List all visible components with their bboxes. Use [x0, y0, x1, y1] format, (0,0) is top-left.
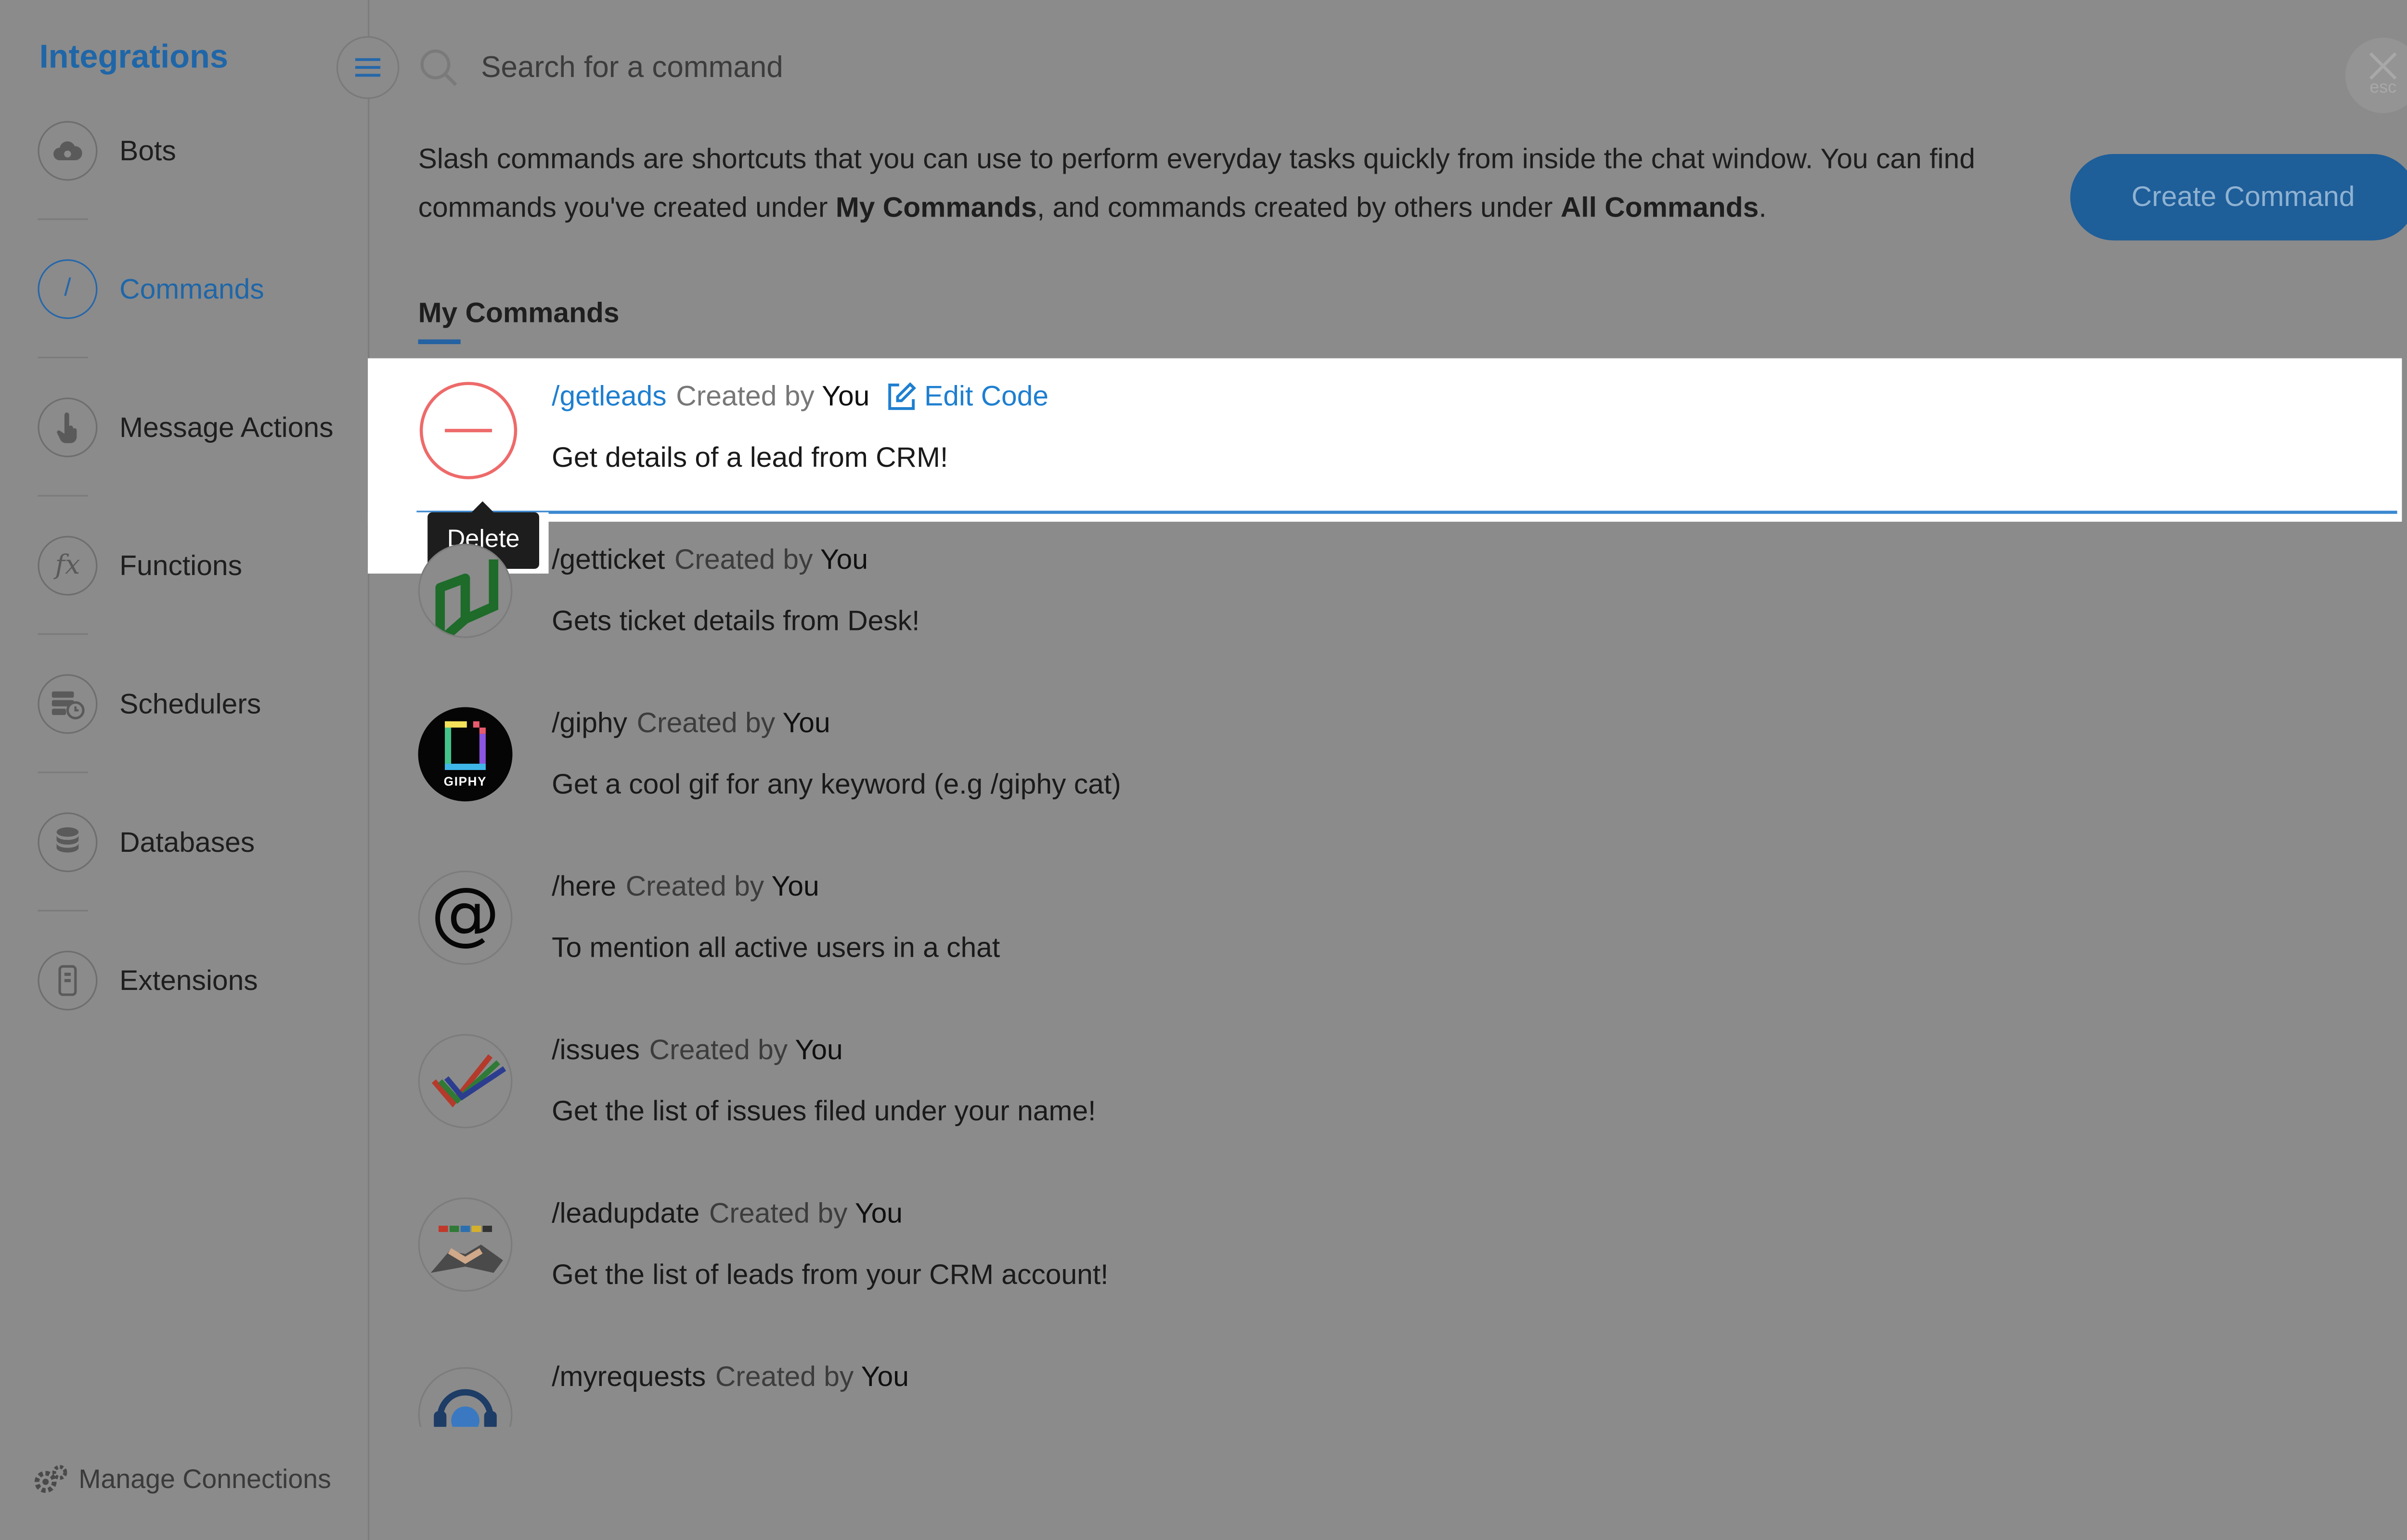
extension-device-icon [38, 950, 98, 1011]
tab-my-commands[interactable]: My Commands [418, 297, 620, 330]
command-row-leadupdate[interactable]: /leadupdate Created by You Get the list o… [368, 1175, 2402, 1339]
sidebar-item-label: Extensions [119, 964, 258, 996]
command-owner: You [795, 1034, 843, 1065]
created-by-label: Created by [636, 707, 776, 739]
divider [38, 495, 88, 497]
created-by-label: Created by [649, 1034, 788, 1065]
divider [38, 633, 88, 635]
command-name[interactable]: /issues Created by You [552, 1034, 843, 1067]
close-icon [2369, 52, 2397, 80]
sidebar-item-functions[interactable]: fx Functions [38, 531, 360, 601]
command-row-myrequests[interactable]: /myrequests Created by You [368, 1339, 2402, 1427]
edit-code-label: Edit Code [924, 380, 1049, 412]
sidebar-item-extensions[interactable]: Extensions [38, 946, 360, 1015]
command-description: Get the list of issues filed under your … [552, 1095, 1096, 1127]
tab-underline [418, 339, 461, 345]
command-name[interactable]: /giphy Created by You [552, 707, 830, 740]
close-button[interactable]: esc [2345, 38, 2407, 114]
pointer-hand-icon [38, 398, 98, 458]
command-owner: You [820, 543, 868, 576]
sidebar-item-databases[interactable]: Databases [38, 808, 360, 877]
scheduler-clock-icon [38, 674, 98, 734]
description-bold-all-commands: All Commands [1560, 192, 1759, 223]
gears-icon [34, 1465, 67, 1493]
sidebar-item-label: Commands [119, 272, 264, 304]
giphy-wordmark: GIPHY [443, 774, 487, 789]
at-glyph: @ [430, 873, 500, 954]
command-name[interactable]: /getticket Created by You [552, 544, 868, 577]
edit-code-link[interactable]: Edit Code [887, 380, 1049, 413]
command-row-getticket[interactable]: /getticket Created by You Gets ticket det… [368, 522, 2402, 685]
created-by-label: Created by [709, 1197, 848, 1229]
headset-icon [418, 1367, 513, 1427]
command-row-getleads[interactable]: /getleads Created by You Edit Code Get de… [368, 358, 2402, 522]
command-description: Gets ticket details from Desk! [552, 605, 920, 637]
create-command-button[interactable]: Create Command [2070, 154, 2407, 241]
handshake-icon [418, 1197, 513, 1292]
sidebar-item-bots[interactable]: Bots [38, 116, 360, 186]
hamburger-icon [355, 58, 381, 77]
command-row-here[interactable]: @ /here Created by You To mention all act… [368, 848, 2402, 1012]
sidebar-title: Integrations [39, 39, 229, 76]
row-highlight-line [416, 511, 2397, 514]
command-description: Get details of a lead from CRM! [552, 441, 948, 473]
slash-icon: / [38, 259, 98, 319]
description-text: . [1759, 192, 1767, 223]
search-icon [420, 49, 457, 86]
sidebar-toggle-button[interactable] [336, 36, 400, 99]
sidebar-item-commands[interactable]: / Commands [38, 255, 360, 324]
command-description: Get a cool gif for any keyword (e.g /gip… [552, 768, 1121, 800]
command-row-giphy[interactable]: GIPHY /giphy Created by You Get a cool gi… [368, 685, 2402, 849]
description-bold-my-commands: My Commands [835, 192, 1037, 223]
created-by-label: Created by [676, 380, 815, 412]
fx-icon: fx [38, 536, 98, 596]
divider [38, 910, 88, 911]
command-name[interactable]: /getleads Created by You [552, 380, 869, 413]
description-text: , and commands created by others under [1036, 192, 1561, 223]
command-name[interactable]: /here Created by You [552, 871, 819, 904]
command-owner: You [771, 870, 819, 902]
sidebar-item-label: Schedulers [119, 687, 261, 719]
sidebar: Integrations Bots / Commands Message Act… [0, 0, 370, 1540]
manage-connections-link[interactable]: Manage Connections [31, 1464, 331, 1496]
command-row-issues[interactable]: /issues Created by You Get the list of is… [368, 1012, 2402, 1176]
desk-logo-icon [418, 543, 513, 638]
created-by-label: Created by [625, 870, 764, 902]
slash-glyph: / [64, 275, 71, 302]
at-sign-icon: @ [418, 870, 513, 965]
page-description: Slash commands are shortcuts that you ca… [418, 135, 2006, 232]
sidebar-item-message-actions[interactable]: Message Actions [38, 393, 360, 462]
command-owner: You [822, 380, 870, 412]
delete-circle-icon[interactable] [419, 382, 518, 479]
sidebar-item-label: Functions [119, 549, 243, 581]
sidebar-item-label: Message Actions [119, 411, 334, 443]
created-by-label: Created by [715, 1360, 854, 1393]
command-owner: You [854, 1197, 903, 1229]
esc-label: esc [2369, 78, 2397, 98]
command-owner: You [782, 707, 830, 739]
search-input[interactable] [478, 44, 1899, 94]
command-description: Get the list of leads from your CRM acco… [552, 1258, 1109, 1290]
database-icon [38, 812, 98, 873]
edit-icon [888, 382, 916, 410]
created-by-label: Created by [674, 543, 813, 576]
command-description: To mention all active users in a chat [552, 932, 1000, 963]
divider [38, 771, 88, 773]
fx-glyph: fx [55, 550, 80, 582]
command-name[interactable]: /myrequests Created by You [552, 1361, 909, 1394]
command-name[interactable]: /leadupdate Created by You [552, 1197, 903, 1231]
manage-connections-label: Manage Connections [78, 1464, 331, 1495]
giphy-logo-icon: GIPHY [418, 707, 513, 802]
tooltip-arrow [471, 501, 494, 513]
sidebar-item-label: Databases [119, 825, 255, 858]
sidebar-item-schedulers[interactable]: Schedulers [38, 669, 360, 739]
sidebar-item-label: Bots [119, 134, 176, 166]
cloud-eye-icon [38, 121, 98, 181]
divider [38, 357, 88, 359]
command-owner: You [861, 1360, 909, 1393]
checkmarks-icon [418, 1034, 513, 1129]
divider [38, 218, 88, 220]
